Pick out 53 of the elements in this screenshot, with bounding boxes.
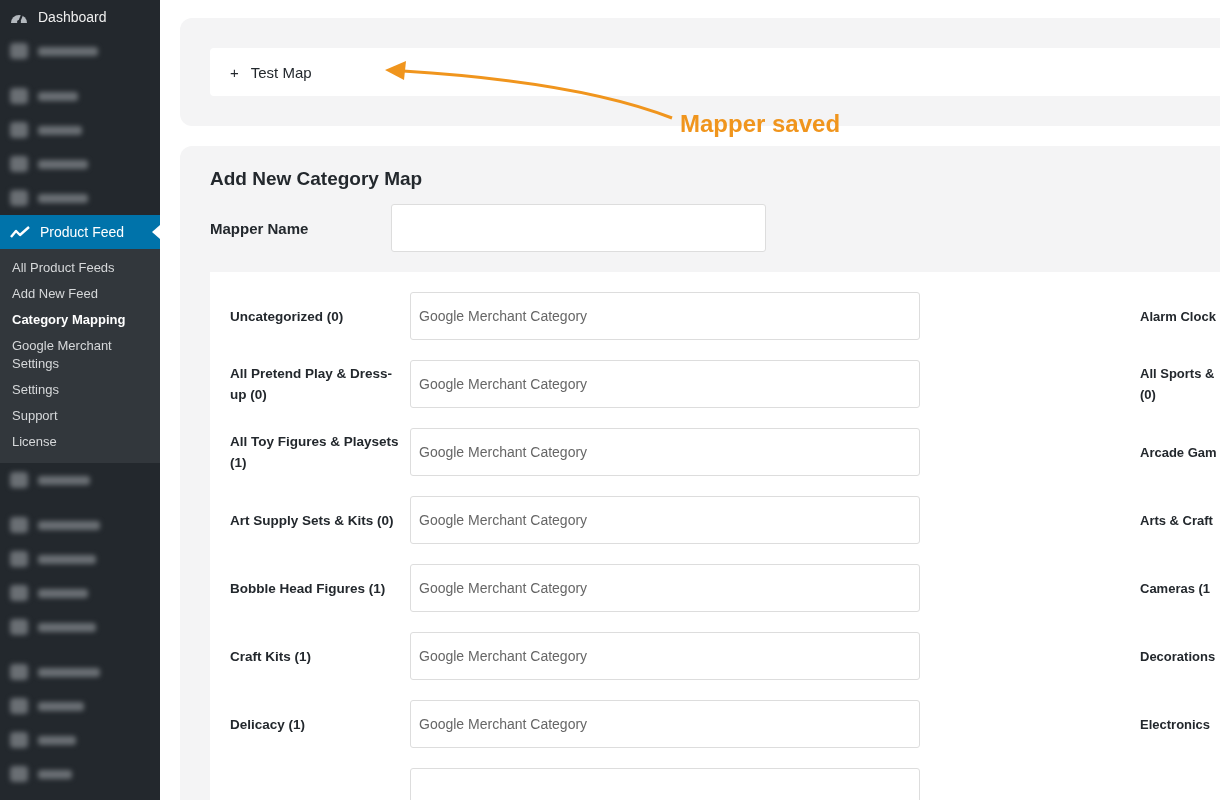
submenu-link[interactable]: Add New Feed [0,281,160,307]
category-label: Delicacy (1) [230,715,307,734]
category-label: Uncategorized (0) [230,307,345,326]
mapper-name-field[interactable] [391,204,766,252]
category-label: Alarm Clock [1140,307,1217,326]
submenu-link[interactable]: Google Merchant Settings [0,333,160,377]
category-label: Arts & Craft [1140,511,1214,530]
blurred-menu-item[interactable] [10,190,88,206]
menu-item[interactable]: Product Feed [0,215,160,249]
category-label: Decorations [1140,647,1217,666]
category-input[interactable]: Google Merchant Category [410,632,920,680]
category-label: Bobble Head Figures (1) [230,579,387,598]
blurred-menu-item[interactable] [10,88,78,104]
category-label: All Sports & (0) [1140,365,1216,404]
blurred-menu-item[interactable] [10,122,82,138]
category-input[interactable]: Google Merchant Category [410,564,920,612]
blurred-menu-item[interactable] [10,585,88,601]
saved-map-item[interactable]: + Test Map [210,48,1220,96]
form-title: Add New Category Map [210,168,424,190]
blurred-menu-item[interactable] [10,517,100,533]
expand-toggle[interactable]: + [230,63,239,81]
blurred-menu-item[interactable] [10,664,100,680]
annotation-text: Mapper saved [680,110,841,138]
blurred-menu-item[interactable] [10,43,98,59]
submenu-link[interactable]: Category Mapping [0,307,160,333]
submenu-link[interactable]: Settings [0,377,160,403]
category-label: Electronics [1140,715,1212,734]
category-input[interactable]: Google Merchant Category [410,496,920,544]
menu-item[interactable]: Dashboard [0,0,160,34]
category-input[interactable]: Google Merchant Category [410,428,920,476]
category-input[interactable]: Google Merchant Category [410,360,920,408]
blurred-menu-item[interactable] [10,619,96,635]
blurred-menu-item[interactable] [10,472,90,488]
blurred-menu-item[interactable] [10,156,88,172]
category-label: Arcade Gam [1140,443,1218,462]
blurred-menu-item[interactable] [10,698,84,714]
category-label: Art Supply Sets & Kits (0) [230,511,395,530]
category-label: All Toy Figures & Playsets (1) [230,433,400,472]
submenu-link[interactable]: Support [0,403,160,429]
blurred-menu-item[interactable] [10,766,72,782]
chart-line-icon [10,225,30,239]
category-label: Cameras (1 [1140,579,1212,598]
category-label: All Pretend Play & Dress-up (0) [230,365,394,404]
submenu-link[interactable]: All Product Feeds [0,255,160,281]
field-label: Mapper Name [210,219,310,237]
submenu-link[interactable]: License [0,429,160,455]
category-input[interactable]: Google Merchant Category [410,292,920,340]
category-label: Craft Kits (1) [230,647,312,666]
category-input[interactable]: Google Merchant Category [410,700,920,748]
menu-pointer-icon [152,225,160,239]
map-name: Test Map [250,63,312,81]
blurred-menu-item[interactable] [10,551,96,567]
blurred-menu-item[interactable] [10,732,76,748]
